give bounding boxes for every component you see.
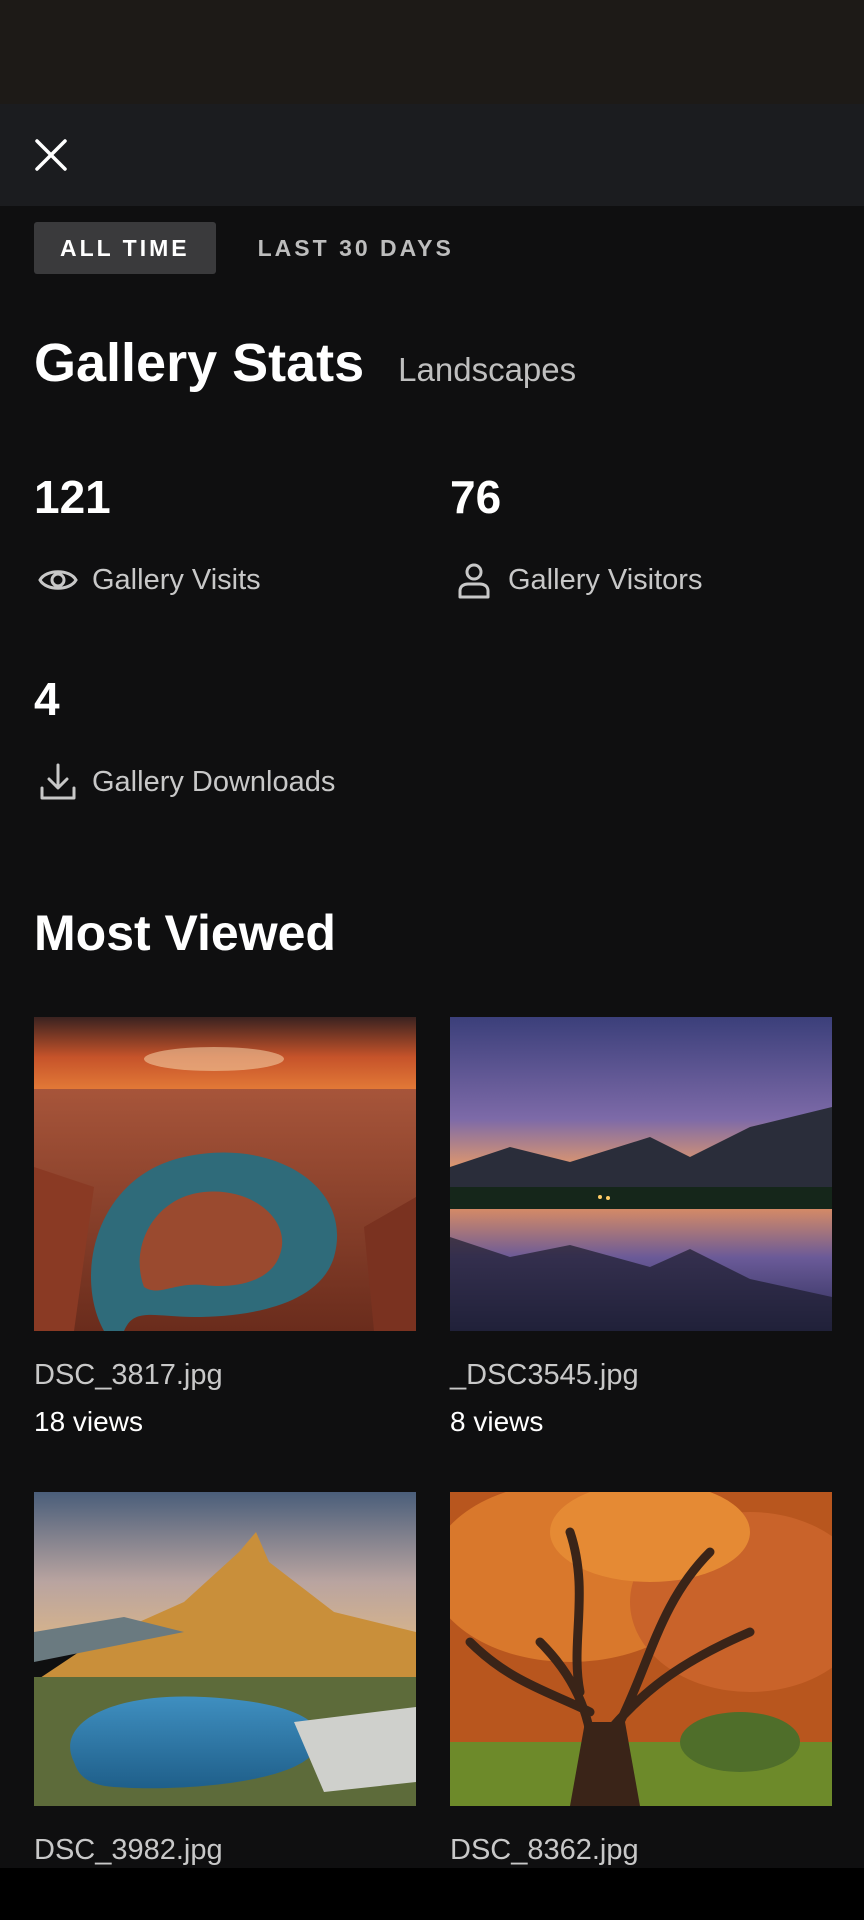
download-icon xyxy=(38,762,78,802)
stat-downloads: 4 Gallery Downloads xyxy=(34,676,414,802)
stat-visitors-label: Gallery Visitors xyxy=(508,563,703,596)
page-title: Gallery Stats xyxy=(34,333,365,393)
tab-all-time[interactable]: ALL TIME xyxy=(34,222,216,274)
most-viewed-heading: Most Viewed xyxy=(34,905,336,961)
photo-card: _DSC3545.jpg 8 views xyxy=(450,1017,832,1438)
photo-filename: DSC_3982.jpg xyxy=(34,1834,223,1866)
stats-content: ALL TIME LAST 30 DAYS Gallery Stats Land… xyxy=(0,206,864,1868)
person-icon xyxy=(454,560,494,600)
photo-views: 18 views xyxy=(34,1406,143,1437)
stat-downloads-label: Gallery Downloads xyxy=(92,765,336,798)
photo-thumbnail[interactable] xyxy=(34,1017,416,1331)
photo-card: DSC_3982.jpg xyxy=(34,1492,416,1867)
navigation-bar xyxy=(0,1868,864,1920)
photo-filename: DSC_3817.jpg xyxy=(34,1359,223,1391)
photo-card: DSC_3817.jpg 18 views xyxy=(34,1017,416,1438)
status-bar xyxy=(0,0,864,104)
stat-visits: 121 Gallery Visits xyxy=(34,474,414,600)
stat-visits-value: 121 xyxy=(34,471,111,523)
stat-downloads-value: 4 xyxy=(34,673,60,725)
photo-filename: _DSC3545.jpg xyxy=(450,1359,639,1391)
tab-last-30-days[interactable]: LAST 30 DAYS xyxy=(216,222,480,274)
stat-visitors-value: 76 xyxy=(450,471,502,523)
photo-filename: DSC_8362.jpg xyxy=(450,1834,639,1866)
close-icon xyxy=(35,139,67,171)
stat-visits-label: Gallery Visits xyxy=(92,563,261,596)
photo-thumbnail[interactable] xyxy=(34,1492,416,1806)
gallery-name: Landscapes xyxy=(398,351,577,388)
eye-icon xyxy=(38,560,78,600)
photo-views: 8 views xyxy=(450,1406,544,1437)
photo-thumbnail[interactable] xyxy=(450,1017,832,1331)
photo-card: DSC_8362.jpg xyxy=(450,1492,832,1867)
title-row: Gallery Stats Landscapes xyxy=(34,332,576,394)
photo-thumbnail[interactable] xyxy=(450,1492,832,1806)
stat-visitors: 76 Gallery Visitors xyxy=(450,474,830,600)
close-button[interactable] xyxy=(24,128,78,182)
time-range-tabs: ALL TIME LAST 30 DAYS xyxy=(34,222,480,274)
top-bar xyxy=(0,104,864,206)
